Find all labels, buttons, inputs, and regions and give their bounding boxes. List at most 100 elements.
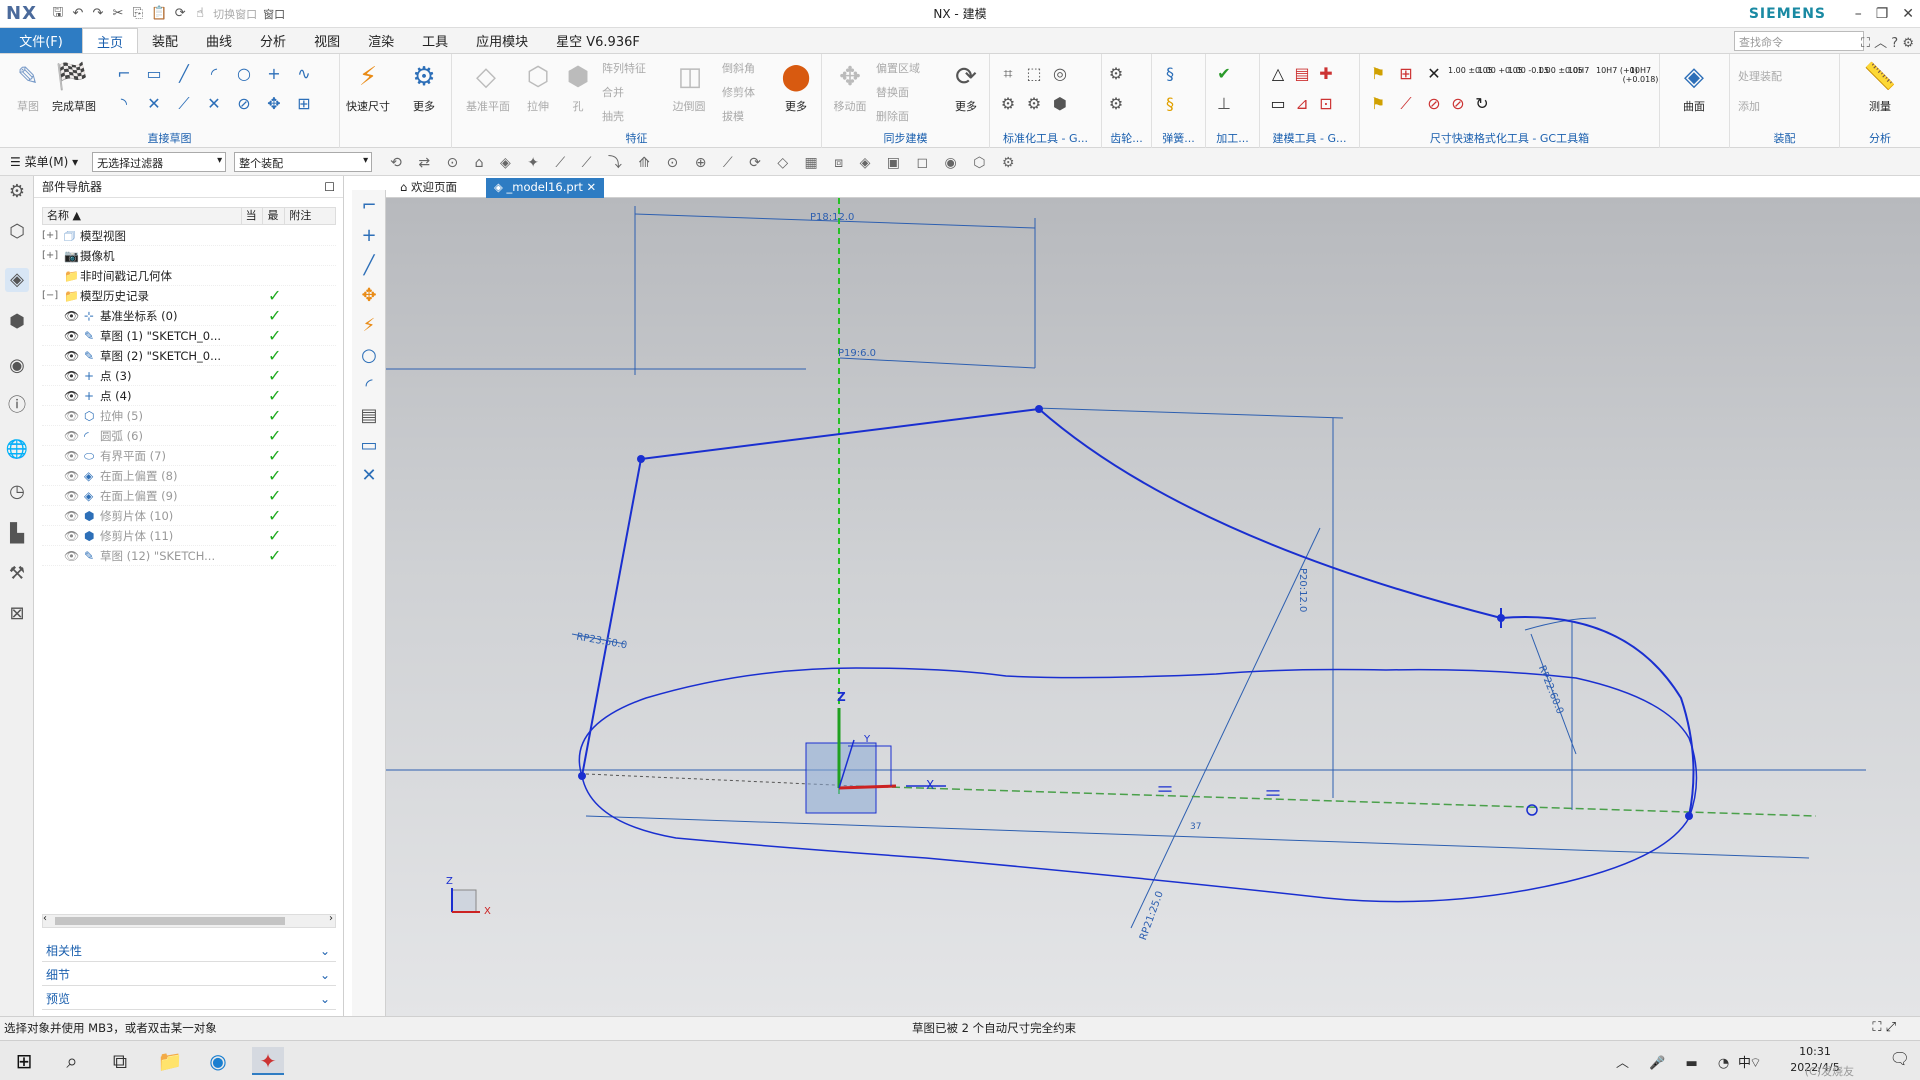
column-notes[interactable]: 附注 [285,208,335,224]
copy-icon[interactable]: ⎘ [131,6,145,21]
format-icon[interactable]: ⟋ [1396,94,1416,114]
tree-node[interactable]: 👁 ✎ 草图 (1) "SKETCH_0... ✓ [42,326,336,346]
spring-icon[interactable]: § [1160,64,1180,84]
tree-node[interactable]: 👁 ◜ 圆弧 (6) ✓ [42,426,336,446]
studio-spline-icon[interactable]: ∿ [294,64,314,84]
quick-extend-icon[interactable]: ⟋ [174,94,194,114]
file-explorer-icon[interactable]: 📁 [154,1047,186,1075]
line-icon[interactable]: ╱ [174,64,194,84]
graphics-window[interactable]: ＝ ＝ P18:12.0 P19:6.0 RP23:50.0 P20:12.0 … [386,198,1920,1016]
column-latest[interactable]: 最 [263,208,286,224]
dimension-label-37[interactable]: 37 [1190,822,1201,832]
rapid-dimension-icon[interactable]: ⚡ [348,60,388,94]
tab-xingkong[interactable]: 星空 V6.936F [542,28,654,53]
tree-node[interactable]: 👁 ◈ 在面上偏置 (9) ✓ [42,486,336,506]
close-tab-icon[interactable]: ✕ [587,180,597,194]
restore-button[interactable]: ❐ [1876,6,1889,22]
tree-node[interactable]: 👁 ✎ 草图 (2) "SKETCH_0... ✓ [42,346,336,366]
quick-trim-icon[interactable]: ✕ [144,94,164,114]
help-icon[interactable]: ⛶ ︿ ? ⚙ [1861,32,1914,51]
trim-icon[interactable]: ✕ [357,464,381,488]
tab-model-file[interactable]: ◈ _model16.prt ✕ [486,178,605,198]
tree-node[interactable]: 👁 ✎ 草图 (12) "SKETCH... ✓ [42,546,336,566]
modeling-tool-icon[interactable]: ▭ [1268,94,1288,114]
tab-assembly[interactable]: 装配 [138,28,192,53]
gear-icon[interactable]: ⚙ [1106,94,1126,114]
tree-node[interactable]: 📁 非时间戳记几何体 [42,266,336,286]
format-icon[interactable]: ⊘ [1424,94,1444,114]
move-object-icon[interactable]: ✥ [357,284,381,308]
tool-icon[interactable]: ⚙ [1024,94,1044,114]
search-icon[interactable]: ⌕ [56,1047,88,1075]
visibility-icon[interactable]: 👁 [64,306,79,326]
visibility-icon[interactable]: 👁 [64,366,79,386]
tree-node[interactable]: 👁 ⬢ 修剪片体 (11) ✓ [42,526,336,546]
edge-blend-icon[interactable]: ◫ [670,60,710,94]
arc-icon[interactable]: ◜ [204,64,224,84]
offset-region-label[interactable]: 偏置区域 [876,60,920,76]
edge-browser-icon[interactable]: ◉ [202,1047,234,1075]
info-icon[interactable]: ⓘ [5,394,29,418]
navigator-hscrollbar[interactable]: ‹ › [42,913,336,928]
geometric-constraints-icon[interactable]: ✥ [264,94,284,114]
fillet-icon[interactable]: ◝ [114,94,134,114]
section-dependencies[interactable]: 相关性 ⌄ [42,940,336,962]
more-feature-icon[interactable]: ⬤ [776,60,816,94]
rapid-dimension-icon[interactable]: ⚡ [357,314,381,338]
format-icon[interactable]: ✕ [1424,64,1444,84]
profile-icon[interactable]: ⌐ [357,194,381,218]
format-icon[interactable]: ⊘ [1448,94,1468,114]
scroll-thumb[interactable] [55,917,285,925]
visibility-icon[interactable]: 👁 [64,386,79,406]
part-navigator-icon[interactable]: ◈ [5,268,29,292]
format-icon[interactable]: ⚑ [1368,94,1388,114]
offset-curve-icon[interactable]: ⊘ [234,94,254,114]
tab-view[interactable]: 视图 [300,28,354,53]
replace-face-label[interactable]: 替换面 [876,84,909,100]
switch-window-label[interactable]: 切换窗口 [213,6,257,22]
tree-node[interactable]: 👁 ⬢ 修剪片体 (10) ✓ [42,506,336,526]
circle-icon[interactable]: ○ [234,64,254,84]
profile-icon[interactable]: ⌐ [114,64,134,84]
modeling-tool-icon[interactable]: ✚ [1316,64,1336,84]
rectangle-icon[interactable]: ▭ [144,64,164,84]
command-search-input[interactable]: 查找命令 [1734,31,1864,51]
circle-icon[interactable]: ○ [357,344,381,368]
tree-node[interactable]: [+] 📷 摄像机 [42,246,336,266]
tree-node[interactable]: [+] 🗇 模型视图 [42,226,336,246]
visibility-icon[interactable]: 👁 [64,486,79,506]
format-icon[interactable]: ↻ [1472,94,1492,114]
save-icon[interactable]: 🖫 [51,3,65,25]
datum-plane-icon[interactable]: ◇ [466,60,506,94]
repeat-command-icon[interactable]: ⟳ [173,6,187,21]
arc-icon[interactable]: ◜ [357,374,381,398]
section-details[interactable]: 细节 ⌄ [42,964,336,986]
ime-indicator[interactable]: 中 [1738,1052,1751,1071]
scroll-right-icon[interactable]: › [329,913,333,924]
tool-icon[interactable]: ⌗ [998,64,1018,84]
tree-node[interactable]: 👁 ⬡ 拉伸 (5) ✓ [42,406,336,426]
table-icon[interactable]: ▤ [357,404,381,428]
dimension-label-p20[interactable]: P20:12.0 [1297,568,1308,612]
expand-toggle-icon[interactable]: [+] [42,226,58,246]
fullscreen-icon[interactable]: ⛶ ⤢ [1872,1017,1896,1039]
spring-icon[interactable]: § [1160,94,1180,114]
more-sketch-icon[interactable]: ⚙ [404,60,444,94]
tree-node[interactable]: [−] 📁 模型历史记录 ✓ [42,286,336,306]
section-preview[interactable]: 预览 ⌄ [42,988,336,1010]
finish-sketch-icon[interactable]: 🏁 [52,60,92,94]
visibility-icon[interactable]: 👁 [64,426,79,446]
move-face-icon[interactable]: ✥ [830,60,870,94]
reuse-library-icon[interactable]: ◉ [5,354,29,378]
tree-node[interactable]: 👁 + 点 (4) ✓ [42,386,336,406]
palette-icon[interactable]: ▙ [5,522,29,546]
dimension-label-p18[interactable]: P18:12.0 [810,212,854,223]
column-current[interactable]: 当 [242,208,264,224]
machining-icon[interactable]: ✔ [1214,64,1234,84]
make-corner-icon[interactable]: ✕ [204,94,224,114]
file-menu[interactable]: 文件(F) [0,28,82,53]
chamfer-label[interactable]: 倒斜角 [722,60,755,76]
undo-icon[interactable]: ↶ [71,6,85,21]
gear-icon[interactable]: ⚙ [1106,64,1126,84]
format-h7-tol-label[interactable]: 10H7 (+0.018) [1622,66,1659,84]
